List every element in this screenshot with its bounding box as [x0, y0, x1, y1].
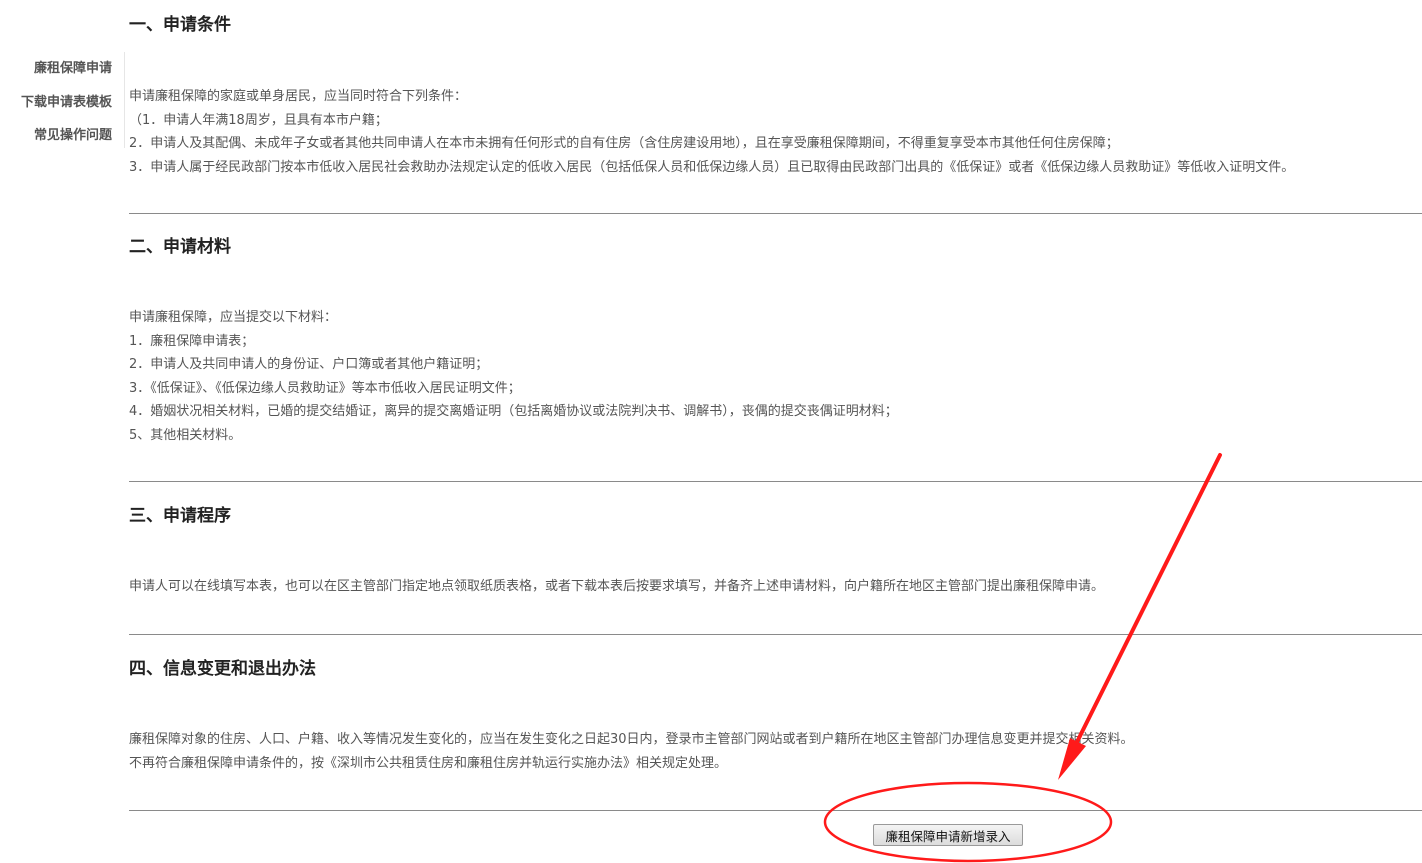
- text-line: 3．《低保证》、《低保边缘人员救助证》等本市低收入居民证明文件；: [129, 380, 521, 396]
- divider: [129, 213, 1422, 214]
- text-line: 不再符合廉租保障申请条件的，按《深圳市公共租赁住房和廉租住房并轨运行实施办法》相…: [129, 755, 728, 771]
- section-heading: 四、信息变更和退出办法: [129, 659, 316, 679]
- text-line: （1．申请人年满18周岁，且具有本市户籍；: [129, 112, 388, 128]
- annotation-ellipse: [823, 781, 1113, 863]
- section-heading: 一、申请条件: [129, 15, 231, 35]
- text-line: 4．婚姻状况相关材料，已婚的提交结婚证，离异的提交离婚证明（包括离婚协议或法院判…: [129, 404, 898, 419]
- sidebar-item-faq[interactable]: 常见操作问题: [34, 124, 112, 143]
- section-heading: 二、申请材料: [129, 237, 231, 257]
- section-conditions: 一、申请条件 申请廉租保障的家庭或单身居民，应当同时符合下列条件： （1．申请人…: [129, 13, 1422, 175]
- section-procedure: 三、申请程序 申请人可以在线填写本表，也可以在区主管部门指定地点领取纸质表格，或…: [129, 504, 1422, 594]
- sidebar-item-apply[interactable]: 廉租保障申请: [34, 57, 112, 76]
- section-materials: 二、申请材料 申请廉租保障，应当提交以下材料： 1．廉租保障申请表； 2．申请人…: [129, 235, 1422, 443]
- divider: [129, 634, 1422, 635]
- sidebar-nav: 廉租保障申请 下载申请表模板 常见操作问题: [0, 52, 125, 148]
- text-line: 5、其他相关材料。: [129, 427, 242, 443]
- text-line: 申请廉租保障的家庭或单身居民，应当同时符合下列条件：: [129, 89, 468, 104]
- text-line: 1．廉租保障申请表；: [129, 333, 255, 349]
- text-line: 2．申请人及共同申请人的身份证、户口簿或者其他户籍证明；: [129, 357, 489, 372]
- text-line: 申请廉租保障，应当提交以下材料：: [129, 310, 338, 325]
- section-change-exit: 四、信息变更和退出办法 廉租保障对象的住房、人口、户籍、收入等情况发生变化的，应…: [129, 657, 1422, 771]
- new-application-entry-button[interactable]: 廉租保障申请新增录入: [873, 824, 1023, 846]
- text-line: 申请人可以在线填写本表，也可以在区主管部门指定地点领取纸质表格，或者下载本表后按…: [129, 579, 1105, 594]
- section-body: 廉租保障对象的住房、人口、户籍、收入等情况发生变化的，应当在发生变化之日起30日…: [129, 728, 1422, 775]
- page: 廉租保障申请 下载申请表模板 常见操作问题 一、申请条件 申请廉租保障的家庭或单…: [0, 0, 1422, 863]
- divider: [129, 810, 1422, 811]
- text-line: 3．申请人属于经民政部门按本市低收入居民社会救助办法规定认定的低收入居民（包括低…: [129, 159, 1295, 175]
- section-body: 申请廉租保障的家庭或单身居民，应当同时符合下列条件： （1．申请人年满18周岁，…: [129, 85, 1422, 179]
- sidebar-item-download-template[interactable]: 下载申请表模板: [21, 91, 112, 110]
- section-heading: 三、申请程序: [129, 506, 231, 526]
- text-line: 2．申请人及其配偶、未成年子女或者其他共同申请人在本市未拥有任何形式的自有住房（…: [129, 136, 1119, 151]
- section-body: 申请廉租保障，应当提交以下材料： 1．廉租保障申请表； 2．申请人及共同申请人的…: [129, 306, 1422, 447]
- text-line: 廉租保障对象的住房、人口、户籍、收入等情况发生变化的，应当在发生变化之日起30日…: [129, 732, 1134, 747]
- section-body: 申请人可以在线填写本表，也可以在区主管部门指定地点领取纸质表格，或者下载本表后按…: [129, 575, 1422, 599]
- divider: [129, 481, 1422, 482]
